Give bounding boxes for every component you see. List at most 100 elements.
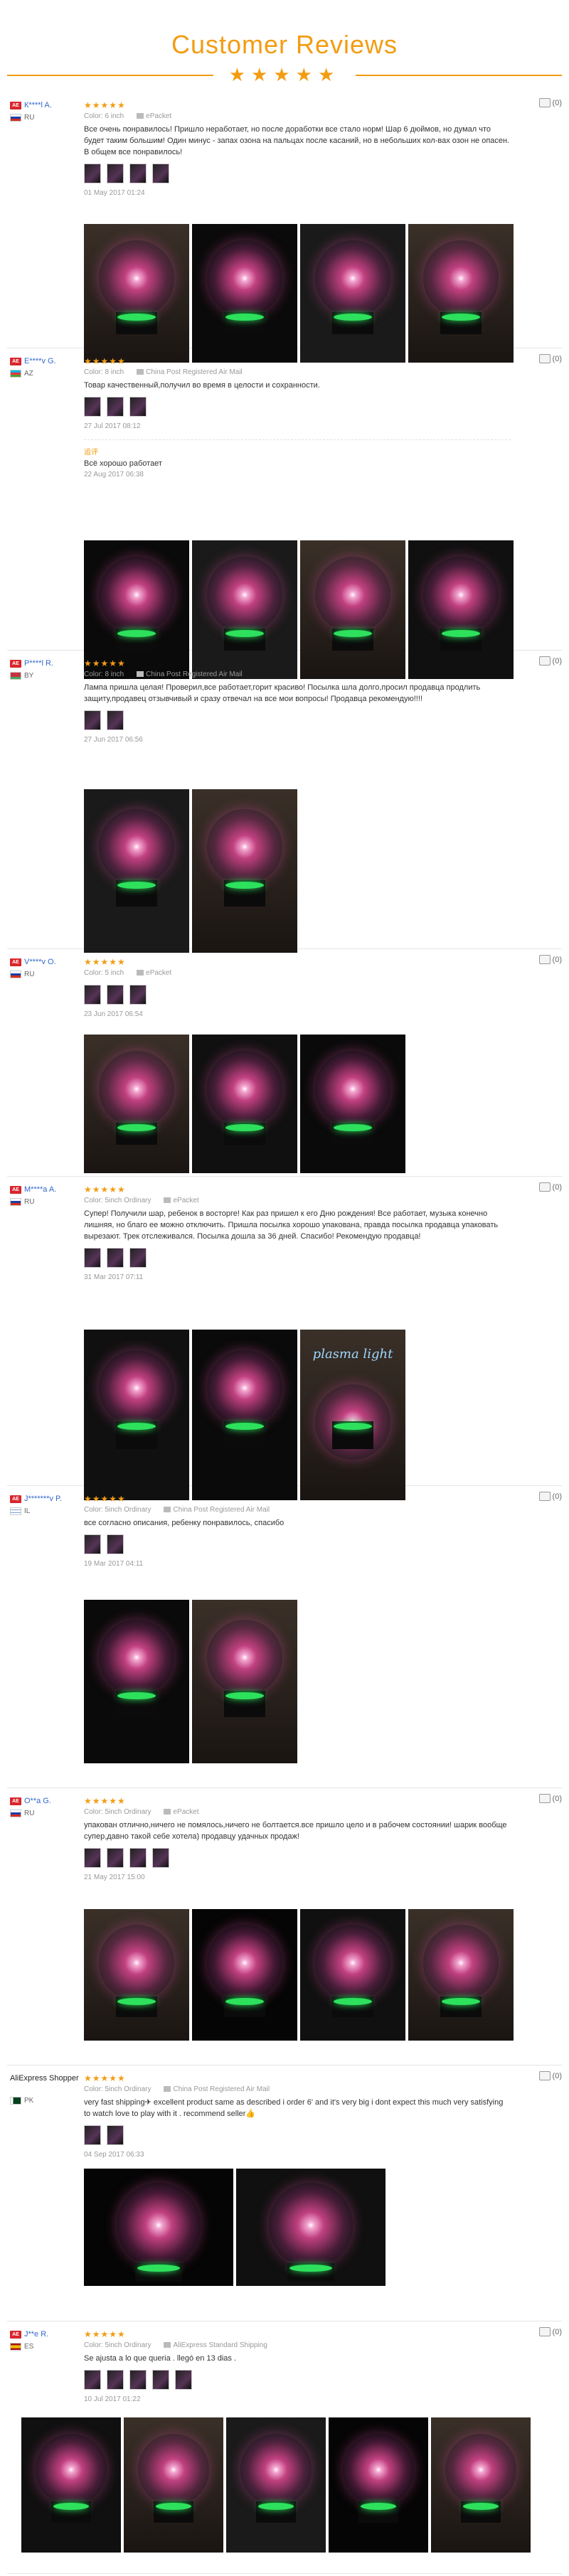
review-thumbnail[interactable] xyxy=(129,397,147,417)
reviewer-name[interactable]: M****a A. xyxy=(24,1185,56,1194)
review-thumbnail[interactable] xyxy=(152,164,169,183)
review-photo[interactable] xyxy=(84,1035,189,1173)
helpful-vote-button[interactable]: (0) xyxy=(538,2327,562,2336)
review-photo[interactable] xyxy=(124,2417,223,2553)
lamp-glow-ring xyxy=(53,2502,90,2510)
review-photo[interactable] xyxy=(300,224,405,363)
review-photo[interactable] xyxy=(84,1909,189,2041)
reviewer-name[interactable]: J*******v P. xyxy=(24,1495,62,1503)
review-photo[interactable] xyxy=(192,1035,297,1173)
reviewer-name[interactable]: AliExpress Shopper xyxy=(10,2074,79,2083)
helpful-vote-button[interactable]: (0) xyxy=(538,98,562,107)
review-thumbnail[interactable] xyxy=(107,710,124,730)
review-photo[interactable] xyxy=(192,224,297,363)
helpful-vote-button[interactable]: (0) xyxy=(538,656,562,666)
review-thumbnail[interactable] xyxy=(84,164,101,183)
review-photo[interactable] xyxy=(300,1909,405,2041)
plasma-globe xyxy=(98,1350,175,1426)
review-photo[interactable] xyxy=(192,789,297,953)
lamp-glow-ring xyxy=(442,629,480,637)
helpful-vote-button[interactable]: (0) xyxy=(538,2071,562,2080)
reviewer-name[interactable]: O**a G. xyxy=(24,1797,51,1805)
review-date: 21 May 2017 15:00 xyxy=(84,1874,145,1881)
reviewer-name[interactable]: P****l R. xyxy=(24,659,53,668)
review-thumbnail[interactable] xyxy=(84,985,101,1005)
review-thumbnail[interactable] xyxy=(84,1848,101,1868)
product-color: Color: 6 inch xyxy=(84,112,124,120)
review-photo[interactable] xyxy=(329,2417,428,2553)
reviewer-name-line: AE E****v G. xyxy=(10,356,81,367)
country-code: RU xyxy=(24,1197,35,1206)
plasma-globe xyxy=(422,557,499,633)
review-photo[interactable] xyxy=(408,224,514,363)
lamp-glow-ring xyxy=(137,2264,180,2272)
review-text: Лампа пришла целая! Проверил,все работае… xyxy=(84,683,481,703)
rating-stars: ★★★★★ xyxy=(84,1494,126,1504)
rating-stars: ★★★★★ xyxy=(84,2329,126,2339)
review-item: AE M****a A. RU ★★★★★ Color: 5inch Ordinary e… xyxy=(7,1177,562,1500)
reviewer-country: RU xyxy=(10,112,81,122)
review-thumbnail[interactable] xyxy=(107,397,124,417)
review-photo[interactable] xyxy=(192,1909,297,2041)
review-photo[interactable] xyxy=(236,2169,385,2286)
review-thumbnail[interactable] xyxy=(129,1248,147,1268)
additional-feedback-date: 22 Aug 2017 06:38 xyxy=(84,471,144,479)
review-thumbnail[interactable] xyxy=(152,2370,169,2390)
review-photo[interactable] xyxy=(431,2417,531,2553)
helpful-vote-button[interactable]: (0) xyxy=(538,955,562,964)
helpful-vote-button[interactable]: (0) xyxy=(538,1794,562,1803)
review-thumbnail[interactable] xyxy=(84,1534,101,1554)
review-photo[interactable] xyxy=(84,224,189,363)
review-thumbnail[interactable] xyxy=(107,1248,124,1268)
review-photo[interactable] xyxy=(300,1035,405,1173)
review-thumbnail[interactable] xyxy=(84,1248,101,1268)
review-photo[interactable] xyxy=(84,1600,189,1763)
review-thumbnail[interactable] xyxy=(107,1534,124,1554)
review-thumbnail[interactable] xyxy=(129,164,147,183)
plasma-globe xyxy=(98,1925,175,2001)
review-photos xyxy=(84,1600,297,1763)
helpful-vote-button[interactable]: (0) xyxy=(538,354,562,363)
review-thumbnail[interactable] xyxy=(152,1848,169,1868)
buyer-badge: AE xyxy=(10,958,21,966)
reviewer-name[interactable]: V****v O. xyxy=(24,958,56,966)
review-photo[interactable] xyxy=(21,2417,121,2553)
review-thumbnail[interactable] xyxy=(84,710,101,730)
header-stars: ★★★★★ xyxy=(228,64,341,85)
review-photo[interactable] xyxy=(84,789,189,953)
plasma-globe xyxy=(314,240,391,316)
review-thumbnail[interactable] xyxy=(84,2370,101,2390)
helpful-count: (0) xyxy=(552,354,562,363)
review-photo[interactable] xyxy=(408,1909,514,2041)
product-color: Color: 5inch Ordinary xyxy=(84,1197,151,1204)
review-thumbnail[interactable] xyxy=(129,1848,147,1868)
review-photo[interactable] xyxy=(192,1600,297,1763)
review-thumbnail[interactable] xyxy=(107,1848,124,1868)
review-text: Супер! Получили шар, ребенок в восторге!… xyxy=(84,1209,499,1241)
review-thumbnail[interactable] xyxy=(107,2370,124,2390)
review-thumbnail[interactable] xyxy=(129,2370,147,2390)
helpful-vote-button[interactable]: (0) xyxy=(538,1492,562,1501)
helpful-vote-button[interactable]: (0) xyxy=(538,1182,562,1192)
review-thumbnail[interactable] xyxy=(84,2125,101,2145)
review-date: 23 Jun 2017 06:54 xyxy=(84,1010,143,1018)
review-thumbnail[interactable] xyxy=(107,164,124,183)
review-photo[interactable]: plasma light xyxy=(300,1330,405,1500)
review-item: AliExpress Shopper PK ★★★★★ Color: 5inch Or… xyxy=(7,2065,562,2321)
review-text: very fast shipping✈ excellent product sa… xyxy=(84,2098,504,2118)
review-date: 19 Mar 2017 04:11 xyxy=(84,1560,144,1568)
review-thumbnail[interactable] xyxy=(107,985,124,1005)
reviewer-name[interactable]: К****l A. xyxy=(24,101,52,109)
review-thumbnail[interactable] xyxy=(129,985,147,1005)
review-photo[interactable] xyxy=(84,1330,189,1500)
review-photo[interactable] xyxy=(226,2417,326,2553)
review-photos xyxy=(84,1035,405,1173)
plasma-globe xyxy=(268,2182,353,2267)
reviewer-name[interactable]: E****v G. xyxy=(24,357,56,365)
review-photo[interactable] xyxy=(192,1330,297,1500)
review-thumbnail[interactable] xyxy=(84,397,101,417)
review-photo[interactable] xyxy=(84,2169,233,2286)
review-thumbnail[interactable] xyxy=(107,2125,124,2145)
review-thumbnail[interactable] xyxy=(175,2370,192,2390)
reviewer-name[interactable]: J**e R. xyxy=(24,2330,48,2339)
